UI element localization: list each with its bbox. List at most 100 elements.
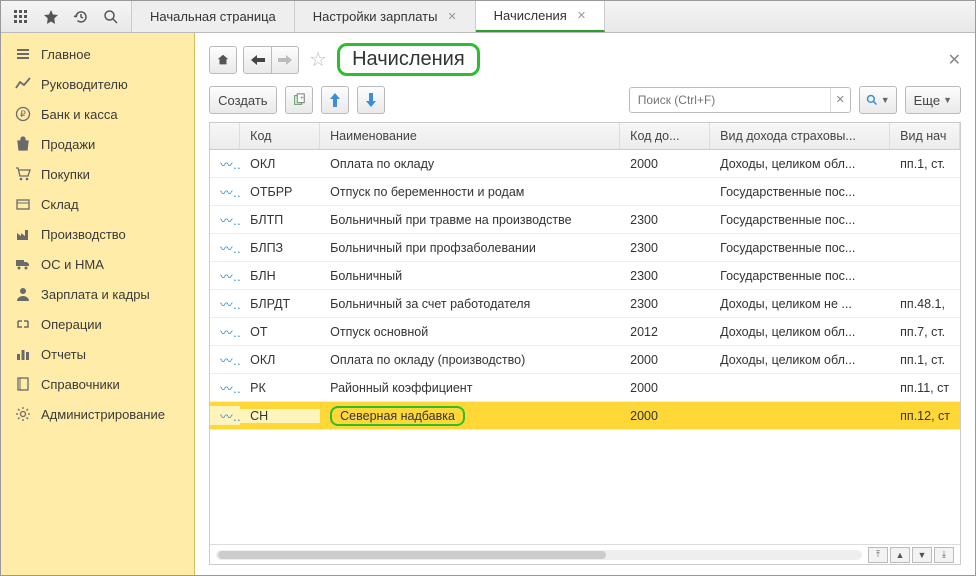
svg-text:+: + [299, 95, 303, 102]
cell-code: ОКЛ [240, 353, 320, 367]
more-button[interactable]: Еще▼ [905, 86, 961, 114]
cell-code: БЛПЗ [240, 241, 320, 255]
apps-icon[interactable] [13, 9, 29, 25]
cell-code: БЛН [240, 269, 320, 283]
ops-icon [15, 316, 31, 332]
col-ins[interactable]: Вид дохода страховы... [710, 123, 890, 149]
search-input[interactable] [630, 93, 830, 107]
sidebar-item-8[interactable]: Зарплата и кадры [1, 279, 194, 309]
box-icon [15, 196, 31, 212]
row-marker-icon: 〰 [210, 378, 240, 397]
tab-accruals[interactable]: Начисления✕ [476, 1, 605, 32]
forward-button[interactable] [271, 46, 299, 74]
scroll-down-button[interactable]: ▼ [912, 547, 932, 563]
table-row[interactable]: 〰БЛРДТБольничный за счет работодателя230… [210, 290, 960, 318]
cell-code: БЛРДТ [240, 297, 320, 311]
home-button[interactable] [209, 46, 237, 74]
cell-name: Оплата по окладу [320, 157, 620, 171]
cell-vn: пп.48.1, [890, 297, 960, 311]
copy-button[interactable]: + [285, 86, 313, 114]
cart-icon [15, 166, 31, 182]
menu-icon [15, 46, 31, 62]
tab-bar: Начальная страница Настройки зарплаты✕ Н… [132, 1, 605, 32]
move-down-button[interactable] [357, 86, 385, 114]
cell-ins: Доходы, целиком обл... [710, 157, 890, 171]
close-icon[interactable]: ✕ [577, 9, 586, 22]
table-row[interactable]: 〰БЛНБольничный2300Государственные пос... [210, 262, 960, 290]
sidebar-item-10[interactable]: Отчеты [1, 339, 194, 369]
search-button[interactable]: ▼ [859, 86, 897, 114]
cell-name: Отпуск по беременности и родам [320, 185, 620, 199]
sidebar-item-7[interactable]: ОС и НМА [1, 249, 194, 279]
clear-search-button[interactable]: ✕ [830, 88, 850, 112]
table-row[interactable]: 〰ОТОтпуск основной2012Доходы, целиком об… [210, 318, 960, 346]
sidebar-item-6[interactable]: Производство [1, 219, 194, 249]
cell-kd: 2300 [620, 297, 710, 311]
cell-code: БЛТП [240, 213, 320, 227]
table-footer: ⤒ ▲ ▼ ⤓ [210, 544, 960, 564]
col-code[interactable]: Код [240, 123, 320, 149]
col-vn[interactable]: Вид нач [890, 123, 960, 149]
star-icon[interactable] [43, 9, 59, 25]
cell-name: Отпуск основной [320, 325, 620, 339]
row-marker-icon: 〰 [210, 350, 240, 369]
row-marker-icon: 〰 [210, 294, 240, 313]
sidebar-item-4[interactable]: Покупки [1, 159, 194, 189]
tab-salary-settings[interactable]: Настройки зарплаты✕ [295, 1, 476, 32]
cell-vn: пп.12, ст [890, 409, 960, 423]
data-table: Код Наименование Код до... Вид дохода ст… [209, 122, 961, 565]
move-up-button[interactable] [321, 86, 349, 114]
cell-kd: 2300 [620, 213, 710, 227]
sidebar-item-5[interactable]: Склад [1, 189, 194, 219]
sidebar-item-2[interactable]: ₽Банк и касса [1, 99, 194, 129]
search-icon[interactable] [103, 9, 119, 25]
col-name[interactable]: Наименование [320, 123, 620, 149]
horizontal-scrollbar[interactable] [216, 550, 862, 560]
close-icon[interactable]: ✕ [447, 10, 456, 23]
cell-kd: 2300 [620, 241, 710, 255]
table-row[interactable]: 〰БЛПЗБольничный при профзаболевании2300Г… [210, 234, 960, 262]
close-page-button[interactable]: ✕ [948, 50, 961, 70]
toolbar: Создать + ✕ ▼ Еще▼ [209, 86, 961, 114]
history-icon[interactable] [73, 9, 89, 25]
cell-kd: 2000 [620, 409, 710, 423]
sidebar-item-1[interactable]: Руководителю [1, 69, 194, 99]
cell-ins: Государственные пос... [710, 241, 890, 255]
back-button[interactable] [243, 46, 271, 74]
cell-name: Больничный [320, 269, 620, 283]
scroll-bottom-button[interactable]: ⤓ [934, 547, 954, 563]
cell-kd: 2012 [620, 325, 710, 339]
sidebar-item-12[interactable]: Администрирование [1, 399, 194, 429]
gear-icon [15, 406, 31, 422]
row-marker-icon: 〰 [210, 406, 240, 425]
scroll-up-button[interactable]: ▲ [890, 547, 910, 563]
table-row[interactable]: 〰ОТБРРОтпуск по беременности и родамГосу… [210, 178, 960, 206]
sidebar: ГлавноеРуководителю₽Банк и кассаПродажиП… [1, 33, 195, 575]
table-row[interactable]: 〰СНСеверная надбавка2000пп.12, ст [210, 402, 960, 430]
table-row[interactable]: 〰ОКЛОплата по окладу2000Доходы, целиком … [210, 150, 960, 178]
sidebar-item-0[interactable]: Главное [1, 39, 194, 69]
cell-vn: пп.11, ст [890, 381, 960, 395]
col-kd[interactable]: Код до... [620, 123, 710, 149]
row-marker-icon: 〰 [210, 210, 240, 229]
sidebar-item-label: Зарплата и кадры [41, 287, 150, 302]
sidebar-item-label: Руководителю [41, 77, 128, 92]
table-row[interactable]: 〰БЛТПБольничный при травме на производст… [210, 206, 960, 234]
row-marker-icon: 〰 [210, 322, 240, 341]
table-row[interactable]: 〰ОКЛОплата по окладу (производство)2000Д… [210, 346, 960, 374]
cell-kd: 2000 [620, 157, 710, 171]
cell-ins: Доходы, целиком обл... [710, 353, 890, 367]
tab-home[interactable]: Начальная страница [132, 1, 295, 32]
table-row[interactable]: 〰РКРайонный коэффициент2000пп.11, ст [210, 374, 960, 402]
person-icon [15, 286, 31, 302]
sidebar-item-9[interactable]: Операции [1, 309, 194, 339]
favorite-icon[interactable]: ☆ [309, 47, 327, 72]
sidebar-item-3[interactable]: Продажи [1, 129, 194, 159]
scroll-top-button[interactable]: ⤒ [868, 547, 888, 563]
bars-icon [15, 346, 31, 362]
cell-ins: Доходы, целиком не ... [710, 297, 890, 311]
create-button[interactable]: Создать [209, 86, 276, 114]
sidebar-item-label: Производство [41, 227, 126, 242]
sidebar-item-11[interactable]: Справочники [1, 369, 194, 399]
cell-vn: пп.1, ст. [890, 157, 960, 171]
